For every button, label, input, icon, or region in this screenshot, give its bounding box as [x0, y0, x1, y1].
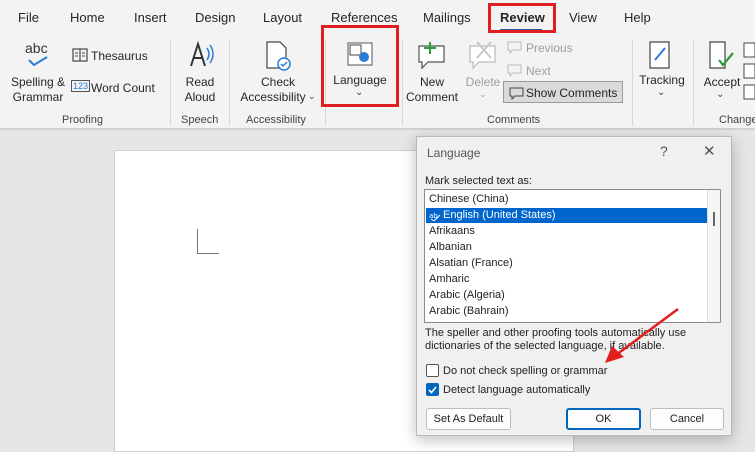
- chevron-down-icon: ⌄: [479, 89, 487, 99]
- new-comment-icon: [418, 42, 445, 70]
- spelling-check-icon: [28, 56, 48, 66]
- list-item[interactable]: Afrikaans: [429, 225, 475, 237]
- chevron-down-icon: ⌄: [657, 87, 666, 98]
- tab-help[interactable]: Help: [624, 10, 651, 25]
- accessibility-check-icon: [266, 41, 291, 71]
- accept-label: Accept: [703, 75, 741, 89]
- read-aloud-icon: [190, 40, 214, 67]
- group-separator: [402, 40, 403, 126]
- tab-design[interactable]: Design: [195, 10, 235, 25]
- thesaurus-icon: [72, 48, 88, 62]
- list-item[interactable]: Albanian: [429, 241, 472, 253]
- thesaurus-label: Thesaurus: [91, 49, 148, 63]
- help-icon[interactable]: ?: [660, 143, 668, 159]
- show-comments-icon: [509, 87, 524, 100]
- review-tab-highlight: [488, 3, 556, 33]
- delete-comment-icon: [469, 41, 496, 70]
- margin-mark-vertical: [197, 229, 198, 253]
- next-label: Next: [526, 64, 551, 78]
- annotation-arrow-icon: [605, 307, 679, 363]
- chevron-down-icon: ⌄: [308, 91, 316, 101]
- group-separator: [229, 40, 230, 126]
- tab-mailings[interactable]: Mailings: [423, 10, 471, 25]
- reject-icon[interactable]: [743, 42, 755, 102]
- tab-insert[interactable]: Insert: [134, 10, 167, 25]
- set-as-default-button[interactable]: Set As Default: [426, 408, 511, 430]
- new-comment-label-1: New: [419, 75, 444, 89]
- new-comment-label-2: Comment: [405, 90, 458, 104]
- comments-group-label: Comments: [487, 114, 541, 126]
- word-count-label: Word Count: [91, 81, 155, 95]
- mark-selected-label: Mark selected text as:: [425, 175, 532, 187]
- spell-check-icon: ab: [429, 212, 441, 221]
- group-separator: [170, 40, 171, 126]
- accept-icon: [709, 41, 734, 69]
- list-scrollbar[interactable]: [707, 190, 720, 322]
- language-button-highlight: [321, 25, 399, 107]
- spelling-icon: abc: [25, 40, 48, 56]
- dialog-title: Language: [427, 146, 481, 160]
- scrollbar-thumb[interactable]: [713, 212, 715, 226]
- language-listbox[interactable]: Chinese (China) ab English (United State…: [424, 189, 721, 323]
- margin-mark-horizontal: [197, 253, 219, 254]
- delete-label: Delete: [465, 75, 501, 89]
- list-item[interactable]: Amharic: [429, 273, 469, 285]
- list-item[interactable]: Arabic (Bahrain): [429, 305, 508, 317]
- tab-layout[interactable]: Layout: [263, 10, 302, 25]
- no-check-label[interactable]: Do not check spelling or grammar: [443, 365, 607, 377]
- spelling-label-1: Spelling &: [10, 75, 66, 89]
- check-accessibility-label-2: Accessibility: [240, 90, 306, 104]
- group-separator: [632, 40, 633, 126]
- close-icon[interactable]: ✕: [703, 142, 716, 160]
- chevron-down-icon: ⌄: [716, 89, 725, 100]
- list-item[interactable]: Arabic (Algeria): [429, 289, 505, 301]
- tracking-icon: [649, 41, 670, 69]
- tab-references[interactable]: References: [331, 10, 397, 25]
- read-aloud-label-2: Aloud: [184, 90, 216, 104]
- ok-button[interactable]: OK: [566, 408, 641, 430]
- detect-language-checkbox[interactable]: [426, 383, 439, 396]
- no-check-checkbox[interactable]: [426, 364, 439, 377]
- tab-view[interactable]: View: [569, 10, 597, 25]
- accessibility-group-label: Accessibility: [246, 114, 306, 126]
- list-item[interactable]: Alsatian (France): [429, 257, 513, 269]
- checkmark-icon: [428, 386, 437, 394]
- tab-home[interactable]: Home: [70, 10, 105, 25]
- read-aloud-label-1: Read: [185, 75, 215, 89]
- changes-group-label: Change: [719, 114, 755, 126]
- detect-language-label[interactable]: Detect language automatically: [443, 384, 590, 396]
- language-dialog: Language ? ✕ Mark selected text as: Chin…: [416, 136, 732, 436]
- previous-comment-icon: [507, 41, 522, 54]
- check-accessibility-label-1: Check: [260, 75, 295, 89]
- spelling-label-2: Grammar: [12, 90, 64, 104]
- previous-label: Previous: [526, 41, 573, 55]
- list-item[interactable]: Chinese (China): [429, 193, 508, 205]
- cancel-button[interactable]: Cancel: [650, 408, 724, 430]
- show-comments-label: Show Comments: [526, 86, 618, 100]
- next-comment-icon: [507, 64, 522, 77]
- list-item-selected[interactable]: English (United States): [443, 209, 556, 221]
- show-comments-button[interactable]: Show Comments: [503, 81, 623, 103]
- speech-group-label: Speech: [181, 114, 219, 126]
- word-count-icon: 123: [71, 80, 91, 92]
- group-separator: [693, 40, 694, 126]
- tracking-label: Tracking: [639, 73, 685, 87]
- tab-file[interactable]: File: [18, 10, 39, 25]
- proofing-group-label: Proofing: [62, 114, 103, 126]
